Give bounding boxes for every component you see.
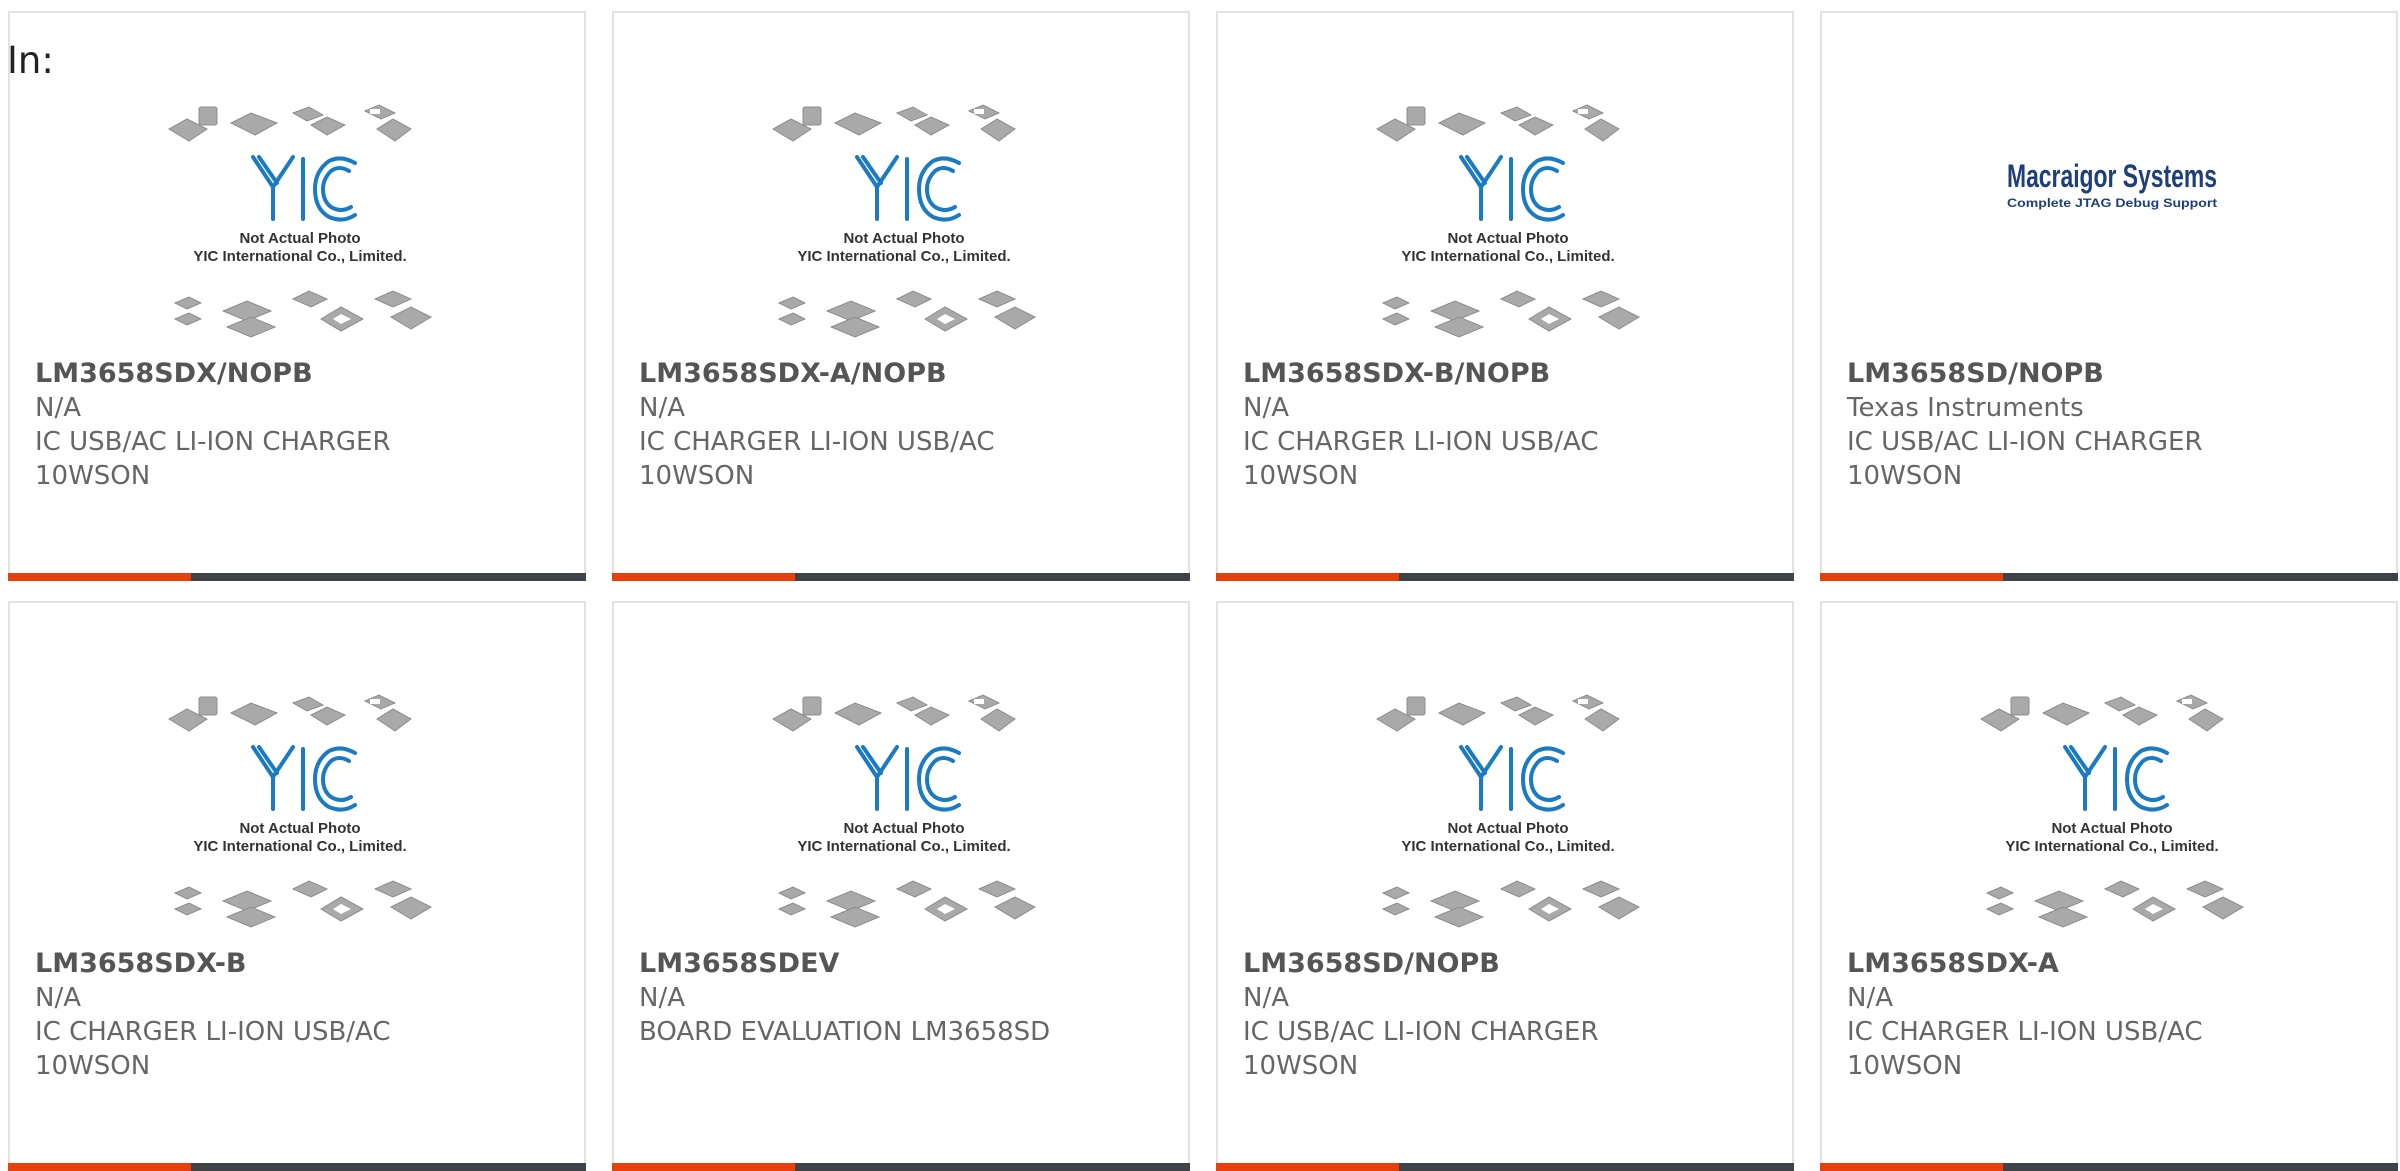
- product-part-number[interactable]: LM3658SDX-A: [1847, 947, 2387, 981]
- dark-segment: [2003, 1163, 2398, 1171]
- logo-caption-line2: Complete JTAG Debug Support: [2007, 196, 2217, 210]
- product-card[interactable]: Not Actual Photo YIC International Co., …: [1216, 11, 1794, 581]
- product-part-number[interactable]: LM3658SDX/NOPB: [35, 357, 575, 391]
- product-manufacturer: N/A: [35, 983, 81, 1013]
- placeholder-caption-line1: Not Actual Photo: [1447, 820, 1568, 837]
- product-placeholder-image[interactable]: Not Actual Photo YIC International Co., …: [1373, 103, 1643, 343]
- product-info: LM3658SDX-B N/A IC CHARGER LI-ION USB/AC 10…: [35, 947, 575, 1083]
- product-description: BOARD EVALUATION LM3658SD: [639, 1017, 1051, 1047]
- dark-segment: [795, 573, 1190, 581]
- product-manufacturer: N/A: [639, 983, 685, 1013]
- dark-segment: [191, 1163, 586, 1171]
- product-info: LM3658SDX-A N/A IC CHARGER LI-ION USB/AC 10…: [1847, 947, 2387, 1083]
- product-description: IC CHARGER LI-ION USB/AC: [1847, 1017, 2203, 1047]
- product-info: LM3658SD/NOPB N/A IC USB/AC LI-ION CHARGER…: [1243, 947, 1783, 1083]
- product-info: LM3658SDX/NOPB N/A IC USB/AC LI-ION CHARGE…: [35, 357, 575, 493]
- product-card[interactable]: Not Actual Photo YIC International Co., …: [612, 11, 1190, 581]
- product-manufacturer: N/A: [1847, 983, 1893, 1013]
- filter-label: In:: [7, 39, 54, 82]
- product-part-number[interactable]: LM3658SDEV: [639, 947, 1179, 981]
- placeholder-caption-line2: YIC International Co., Limited.: [2005, 838, 2218, 855]
- product-info: LM3658SDX-A/NOPB N/A IC CHARGER LI-ION USB…: [639, 357, 1179, 493]
- product-placeholder-image[interactable]: Not Actual Photo YIC International Co., …: [769, 693, 1039, 933]
- product-manufacturer: N/A: [35, 393, 81, 423]
- product-placeholder-image[interactable]: Not Actual Photo YIC International Co., …: [769, 103, 1039, 343]
- placeholder-caption-line2: YIC International Co., Limited.: [1401, 248, 1614, 265]
- placeholder-caption-line1: Not Actual Photo: [843, 820, 964, 837]
- accent-segment: [1820, 573, 2003, 581]
- product-part-number[interactable]: LM3658SDX-B/NOPB: [1243, 357, 1783, 391]
- product-card[interactable]: Not Actual Photo YIC International Co., …: [8, 11, 586, 581]
- product-placeholder-image[interactable]: Not Actual Photo YIC International Co., …: [165, 103, 435, 343]
- placeholder-caption-line2: YIC International Co., Limited.: [797, 248, 1010, 265]
- dark-segment: [795, 1163, 1190, 1171]
- product-placeholder-image[interactable]: Not Actual Photo YIC International Co., …: [165, 693, 435, 933]
- product-description: IC CHARGER LI-ION USB/AC: [1243, 427, 1599, 457]
- placeholder-caption-line1: Not Actual Photo: [843, 230, 964, 247]
- product-package: 10WSON: [35, 1051, 151, 1081]
- product-manufacturer: N/A: [1243, 983, 1289, 1013]
- accent-segment: [8, 573, 191, 581]
- product-part-number[interactable]: LM3658SDX-A/NOPB: [639, 357, 1179, 391]
- product-package: 10WSON: [1243, 1051, 1359, 1081]
- product-info: LM3658SDX-B/NOPB N/A IC CHARGER LI-ION USB…: [1243, 357, 1783, 493]
- card-accent-bar: [1216, 573, 1794, 581]
- card-accent-bar: [8, 1163, 586, 1171]
- product-package: 10WSON: [35, 461, 151, 491]
- dark-segment: [1399, 573, 1794, 581]
- product-card[interactable]: Not Actual Photo YIC International Co., …: [1216, 601, 1794, 1171]
- product-card[interactable]: Not Actual Photo YIC International Co., …: [8, 601, 586, 1171]
- product-part-number[interactable]: LM3658SDX-B: [35, 947, 575, 981]
- product-part-number[interactable]: LM3658SD/NOPB: [1847, 357, 2387, 391]
- placeholder-caption-line2: YIC International Co., Limited.: [193, 248, 406, 265]
- product-description: IC USB/AC LI-ION CHARGER: [1847, 427, 2203, 457]
- card-accent-bar: [1216, 1163, 1794, 1171]
- placeholder-caption-line2: YIC International Co., Limited.: [1401, 838, 1614, 855]
- placeholder-caption-line2: YIC International Co., Limited.: [193, 838, 406, 855]
- manufacturer-logo-image[interactable]: Macraigor Systems Complete JTAG Debug Su…: [1992, 153, 2232, 233]
- product-part-number[interactable]: LM3658SD/NOPB: [1243, 947, 1783, 981]
- card-accent-bar: [612, 1163, 1190, 1171]
- product-grid: Not Actual Photo YIC International Co., …: [8, 11, 2400, 1171]
- product-manufacturer: N/A: [1243, 393, 1289, 423]
- placeholder-caption-line1: Not Actual Photo: [2051, 820, 2172, 837]
- product-package: 10WSON: [1847, 461, 1963, 491]
- placeholder-caption-line2: YIC International Co., Limited.: [797, 838, 1010, 855]
- card-accent-bar: [1820, 1163, 2398, 1171]
- card-accent-bar: [8, 573, 586, 581]
- product-description: IC CHARGER LI-ION USB/AC: [35, 1017, 391, 1047]
- product-info: LM3658SDEV N/A BOARD EVALUATION LM3658SD: [639, 947, 1179, 1049]
- placeholder-caption-line1: Not Actual Photo: [1447, 230, 1568, 247]
- accent-segment: [612, 573, 795, 581]
- accent-segment: [1216, 573, 1399, 581]
- accent-segment: [1216, 1163, 1399, 1171]
- product-manufacturer: Texas Instruments: [1847, 393, 2084, 423]
- logo-caption-line1: Macraigor Systems: [2007, 158, 2217, 194]
- product-description: IC USB/AC LI-ION CHARGER: [1243, 1017, 1599, 1047]
- product-description: IC CHARGER LI-ION USB/AC: [639, 427, 995, 457]
- product-info: LM3658SD/NOPB Texas Instruments IC USB/AC …: [1847, 357, 2387, 493]
- card-accent-bar: [612, 573, 1190, 581]
- product-package: 10WSON: [1243, 461, 1359, 491]
- product-placeholder-image[interactable]: Not Actual Photo YIC International Co., …: [1977, 693, 2247, 933]
- placeholder-caption-line1: Not Actual Photo: [239, 820, 360, 837]
- dark-segment: [2003, 573, 2398, 581]
- product-package: 10WSON: [1847, 1051, 1963, 1081]
- product-package: 10WSON: [639, 461, 755, 491]
- accent-segment: [612, 1163, 795, 1171]
- accent-segment: [8, 1163, 191, 1171]
- product-card[interactable]: Macraigor Systems Complete JTAG Debug Su…: [1820, 11, 2398, 581]
- product-card[interactable]: Not Actual Photo YIC International Co., …: [1820, 601, 2398, 1171]
- card-accent-bar: [1820, 573, 2398, 581]
- placeholder-caption-line1: Not Actual Photo: [239, 230, 360, 247]
- product-description: IC USB/AC LI-ION CHARGER: [35, 427, 391, 457]
- dark-segment: [191, 573, 586, 581]
- accent-segment: [1820, 1163, 2003, 1171]
- dark-segment: [1399, 1163, 1794, 1171]
- product-manufacturer: N/A: [639, 393, 685, 423]
- product-placeholder-image[interactable]: Not Actual Photo YIC International Co., …: [1373, 693, 1643, 933]
- product-card[interactable]: Not Actual Photo YIC International Co., …: [612, 601, 1190, 1171]
